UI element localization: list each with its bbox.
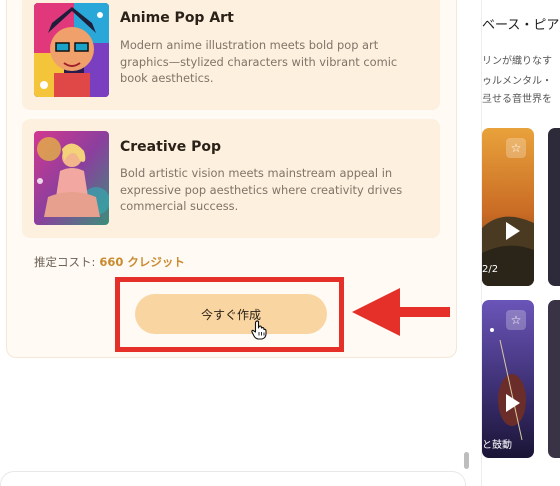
track-caption: と鼓動 [482,440,512,451]
play-icon[interactable] [506,394,520,412]
play-icon[interactable] [506,222,520,240]
style-thumbnail [34,3,109,97]
red-arrow-icon [352,288,450,336]
style-description: Bold artistic vision meets mainstream ap… [120,166,403,213]
track-card[interactable]: ☆ と鼓動 [482,300,534,458]
favorite-star-icon[interactable]: ☆ [506,138,526,158]
section-desc-line: リンが織りなす [482,56,552,67]
style-option-creative-pop[interactable]: Creative Pop Bold artistic vision meets … [22,119,440,238]
style-option-anime-pop-art[interactable]: Anime Pop Art Modern anime illustration … [22,0,440,110]
style-title: Anime Pop Art [120,10,234,26]
track-card[interactable] [548,300,560,458]
track-card[interactable]: ☆ 2/2 [482,128,534,286]
hand-cursor-icon [251,320,267,340]
estimated-cost: 推定コスト: 660 クレジット [34,254,185,270]
track-card[interactable] [548,128,560,286]
style-description: Modern anime illustration meets bold pop… [120,38,398,85]
cost-value: 660 クレジット [99,255,185,269]
scrollbar-thumb[interactable] [464,452,469,469]
section-desc-line: ゥルメンタル・ [482,76,552,87]
style-title: Creative Pop [120,139,222,155]
section-desc-line: 弖せる音世界を [482,94,552,105]
style-thumbnail [34,131,109,225]
track-caption: 2/2 [482,264,499,275]
cost-label: 推定コスト: [34,255,96,269]
create-now-button[interactable]: 今すぐ作成 [135,294,327,334]
bottom-panel [0,471,466,486]
create-panel: Anime Pop Art Modern anime illustration … [0,0,470,486]
app-root: Anime Pop Art Modern anime illustration … [0,0,560,486]
favorite-star-icon[interactable]: ☆ [506,310,526,330]
right-panel: ベース・ピア リンが織りなす ゥルメンタル・ 弖せる音世界を ☆ 2/2 ☆ と… [481,0,560,486]
section-title: ベース・ピア [482,18,560,33]
